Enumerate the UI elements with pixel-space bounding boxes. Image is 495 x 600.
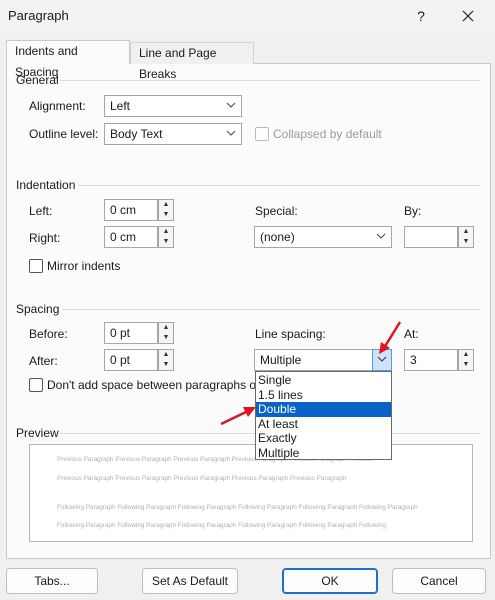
annotation-arrow-icon [379,321,402,354]
by-label: By: [404,204,422,218]
after-label: After: [29,354,58,368]
at-spinner[interactable]: ▲ ▼ [458,349,474,371]
spin-down-icon[interactable]: ▼ [159,360,173,370]
spin-down-icon[interactable]: ▼ [159,237,173,247]
line-spacing-value: Multiple [260,353,302,367]
close-icon [462,10,474,22]
tab-line-and-page-breaks[interactable]: Line and Page Breaks [130,42,254,81]
option-1-5-lines[interactable]: 1.5 lines [256,388,391,403]
dont-add-space-label: Don't add space between paragraphs of [47,378,260,392]
close-button[interactable] [450,2,486,28]
outline-level-value: Body Text [110,127,163,141]
right-indent-spinner[interactable]: ▲ ▼ [158,226,174,248]
alignment-value: Left [110,99,131,113]
ok-button-label: OK [321,574,339,588]
indentation-heading: Indentation [16,178,76,192]
before-value: 0 pt [110,326,131,340]
after-input[interactable]: 0 pt [104,349,158,371]
outline-level-select[interactable]: Body Text [104,123,242,145]
right-indent-label: Right: [29,231,61,245]
by-input[interactable] [404,226,458,248]
option-double[interactable]: Double [256,402,391,417]
preview-previous-line: Previous Paragraph Previous Paragraph Pr… [57,475,347,482]
alignment-select[interactable]: Left [104,95,242,117]
chevron-down-icon[interactable] [221,96,241,118]
at-value: 3 [410,353,417,367]
preview-divider [60,433,255,434]
spacing-divider [62,309,480,310]
option-at-least[interactable]: At least [256,417,391,432]
preview-heading: Preview [16,426,59,440]
by-spinner[interactable]: ▲ ▼ [458,226,474,248]
tabs-button[interactable]: Tabs... [6,568,98,594]
preview-following-line: Following Paragraph Following Paragraph … [57,522,386,529]
outline-level-label: Outline level: [29,127,99,141]
right-indent-value: 0 cm [110,230,137,244]
cancel-button[interactable]: Cancel [392,568,486,594]
spin-up-icon[interactable]: ▲ [159,227,173,237]
left-indent-value: 0 cm [110,203,137,217]
collapsed-by-default-label: Collapsed by default [273,127,382,141]
spin-up-icon[interactable]: ▲ [459,227,473,237]
mirror-indents-label: Mirror indents [47,259,121,273]
preview-following-line: Following Paragraph Following Paragraph … [57,504,418,511]
mirror-indents-checkbox[interactable] [29,259,43,273]
special-value: (none) [260,230,295,244]
before-label: Before: [29,327,68,341]
annotation-arrow-icon [220,407,256,426]
tabs-button-label: Tabs... [34,574,70,588]
left-indent-label: Left: [29,204,53,218]
before-input[interactable]: 0 pt [104,322,158,344]
spin-up-icon[interactable]: ▲ [159,323,173,333]
option-single[interactable]: Single [256,373,391,388]
spin-down-icon[interactable]: ▼ [159,210,173,220]
help-icon: ? [417,8,425,24]
spin-up-icon[interactable]: ▲ [459,350,473,360]
special-select[interactable]: (none) [254,226,392,248]
special-label: Special: [255,204,298,218]
spin-up-icon[interactable]: ▲ [159,350,173,360]
spin-down-icon[interactable]: ▼ [459,237,473,247]
after-spinner[interactable]: ▲ ▼ [158,349,174,371]
set-as-default-button[interactable]: Set As Default [142,568,238,594]
dont-add-space-checkbox[interactable] [29,378,43,392]
preview-box: Previous Paragraph Previous Paragraph Pr… [29,444,473,542]
ok-button[interactable]: OK [282,568,378,594]
line-spacing-label: Line spacing: [255,327,326,341]
spin-down-icon[interactable]: ▼ [159,333,173,343]
preview-divider-right [392,433,480,434]
collapsed-by-default-checkbox[interactable] [255,127,269,141]
at-input[interactable]: 3 [404,349,458,371]
chevron-down-icon[interactable] [221,124,241,146]
spin-up-icon[interactable]: ▲ [159,200,173,210]
option-multiple[interactable]: Multiple [256,446,391,461]
chevron-down-icon[interactable] [371,227,391,249]
left-indent-spinner[interactable]: ▲ ▼ [158,199,174,221]
general-divider [60,80,480,81]
before-spinner[interactable]: ▲ ▼ [158,322,174,344]
help-button[interactable]: ? [406,4,436,28]
spin-down-icon[interactable]: ▼ [459,360,473,370]
indentation-divider [78,185,480,186]
after-value: 0 pt [110,353,131,367]
spacing-heading: Spacing [16,302,60,316]
right-indent-input[interactable]: 0 cm [104,226,158,248]
dialog-title: Paragraph [8,8,69,23]
alignment-label: Alignment: [29,99,86,113]
option-exactly[interactable]: Exactly [256,431,391,446]
set-as-default-label: Set As Default [151,574,229,588]
cancel-button-label: Cancel [420,574,458,588]
tab-indents-and-spacing[interactable]: Indents and Spacing [6,40,130,79]
line-spacing-options-list: Single 1.5 lines Double At least Exactly… [255,371,392,460]
left-indent-input[interactable]: 0 cm [104,199,158,221]
